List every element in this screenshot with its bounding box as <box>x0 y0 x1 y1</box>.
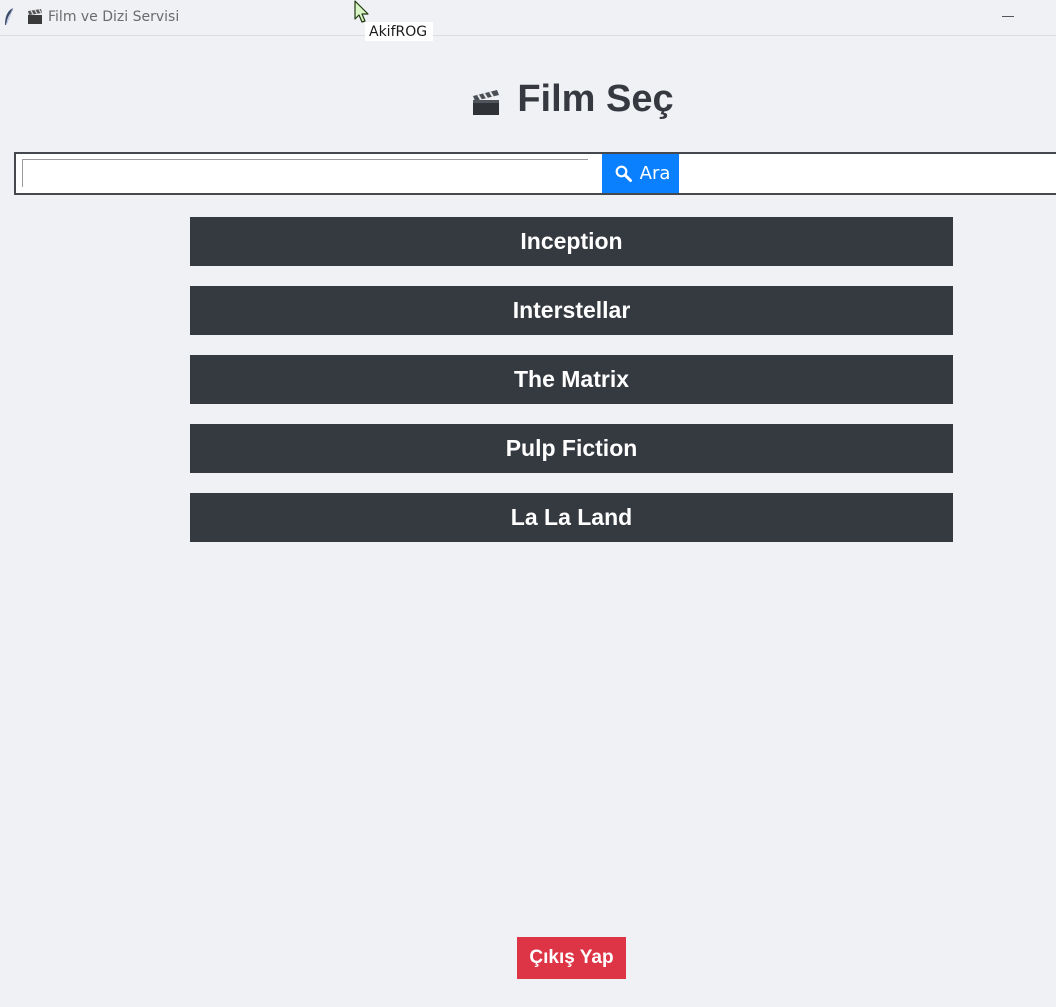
movie-button-interstellar[interactable]: Interstellar <box>190 286 953 335</box>
window-title: Film ve Dizi Servisi <box>48 9 180 25</box>
movie-button-pulp-fiction[interactable]: Pulp Fiction <box>190 424 953 473</box>
feather-icon <box>5 7 14 26</box>
magnifier-icon <box>615 165 632 182</box>
minimize-button[interactable] <box>996 5 1022 27</box>
movie-button-the-matrix[interactable]: The Matrix <box>190 355 953 404</box>
cursor-tooltip: AkifROG <box>365 22 434 41</box>
exit-button[interactable]: Çıkış Yap <box>517 937 626 979</box>
movie-button-inception[interactable]: Inception <box>190 217 953 266</box>
search-bar: Ara <box>14 152 1056 195</box>
page-heading: Film Seç <box>0 78 1056 121</box>
search-input[interactable] <box>22 159 588 187</box>
mouse-pointer-icon <box>354 0 369 23</box>
window-titlebar: Film ve Dizi Servisi <box>0 0 1056 36</box>
search-button[interactable]: Ara <box>602 154 679 193</box>
page-title: Film Seç <box>517 78 674 120</box>
clapper-board-icon <box>473 90 500 115</box>
clapper-board-icon <box>28 9 42 24</box>
movie-button-la-la-land[interactable]: La La Land <box>190 493 953 542</box>
search-button-label: Ara <box>639 163 671 184</box>
movie-list: Inception Interstellar The Matrix Pulp F… <box>190 217 953 562</box>
